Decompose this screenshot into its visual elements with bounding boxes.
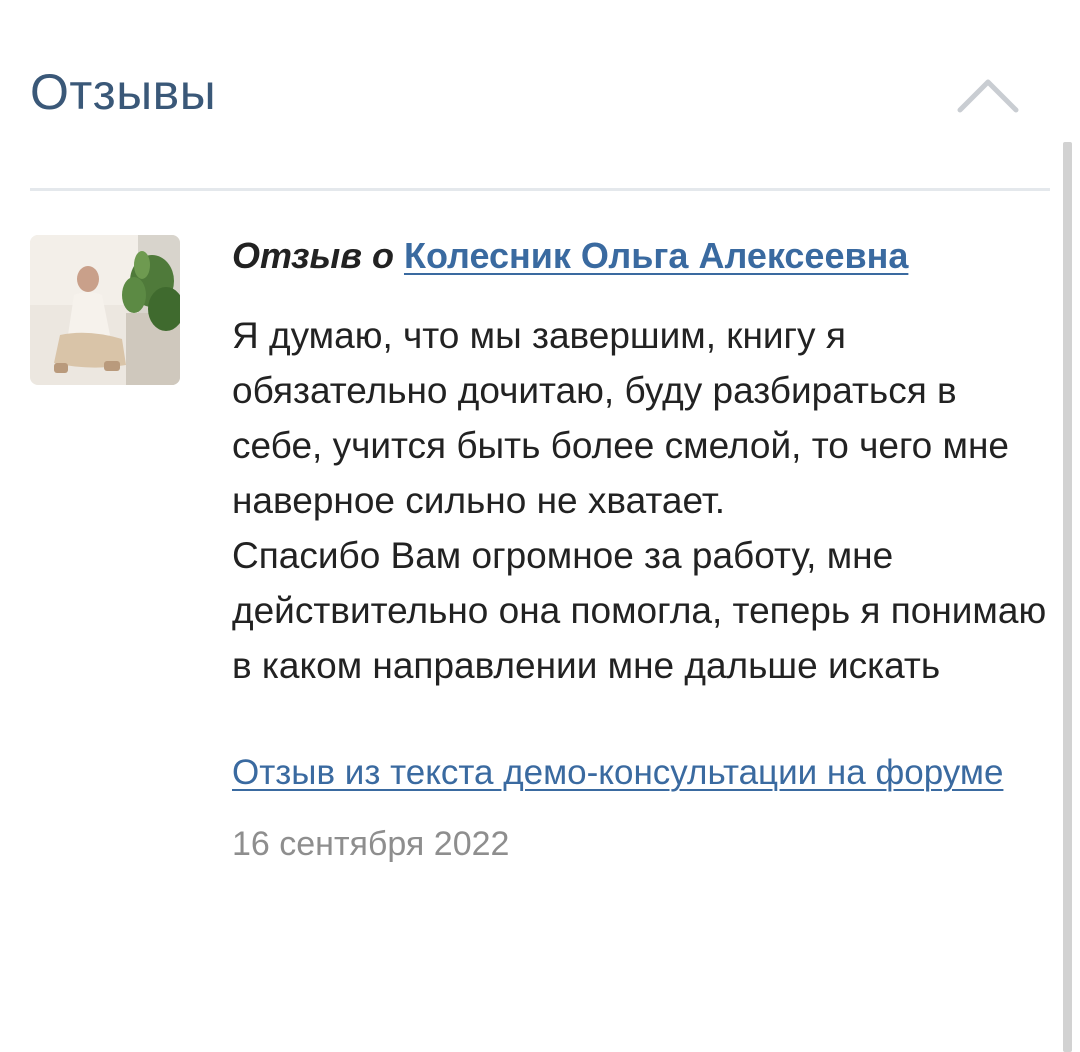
reviews-section-header: Отзывы bbox=[30, 48, 1050, 148]
author-link[interactable]: Колесник Ольга Алексеевна bbox=[404, 235, 908, 276]
review-date: 16 сентября 2022 bbox=[232, 825, 510, 863]
scrollbar[interactable] bbox=[1063, 142, 1072, 1052]
chevron-up-icon[interactable] bbox=[952, 66, 1024, 122]
review-heading-prefix: Отзыв о bbox=[232, 235, 394, 276]
review-source-link[interactable]: Отзыв из текста демо-консультации на фор… bbox=[232, 747, 1022, 798]
review-text: Я думаю, что мы завершим, книгу я обязат… bbox=[232, 308, 1052, 693]
review-card: Отзыв о Колесник Ольга Алексеевна Я дума… bbox=[232, 230, 1052, 868]
review-paragraph: Спасибо Вам огромное за работу, мне дейс… bbox=[232, 535, 1047, 686]
section-title: Отзывы bbox=[30, 64, 217, 120]
section-divider bbox=[30, 188, 1050, 191]
review-paragraph: Я думаю, что мы завершим, книгу я обязат… bbox=[232, 315, 1009, 521]
review-heading: Отзыв о Колесник Ольга Алексеевна bbox=[232, 230, 1052, 282]
author-avatar[interactable] bbox=[30, 235, 180, 385]
